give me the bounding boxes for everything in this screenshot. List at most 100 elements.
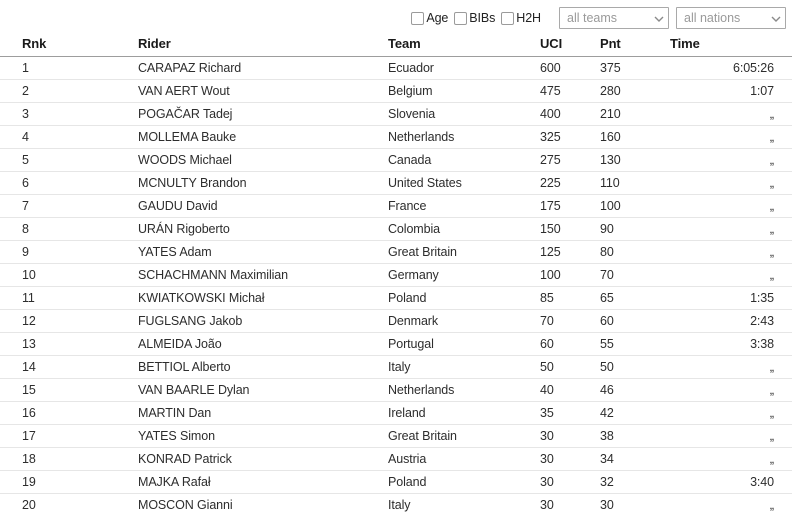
rider-name-link[interactable]: KONRAD Patrick (138, 452, 232, 466)
rider-name-link[interactable]: YATES Simon (138, 429, 215, 443)
column-header-rnk[interactable]: Rnk (0, 36, 60, 57)
cell-team[interactable]: United States (380, 171, 540, 195)
cell-rank: 9 (0, 240, 60, 264)
rider-name-link[interactable]: MOSCON Gianni (138, 498, 233, 512)
table-row[interactable]: 16 MARTIN Dan Ireland 35 42 „ (0, 401, 792, 425)
cell-team[interactable]: Poland (380, 286, 540, 310)
cell-time: „ (670, 217, 792, 241)
cell-team[interactable]: Belgium (380, 79, 540, 103)
cell-team[interactable]: Denmark (380, 309, 540, 333)
cell-rider[interactable]: KONRAD Patrick (60, 447, 380, 471)
select-nations[interactable]: all nations (676, 7, 786, 29)
cell-team[interactable]: Italy (380, 493, 540, 514)
cell-pnt: 210 (600, 102, 670, 126)
cell-rider[interactable]: KWIATKOWSKI Michał (60, 286, 380, 310)
cell-rider[interactable]: YATES Adam (60, 240, 380, 264)
table-row[interactable]: 13 ALMEIDA João Portugal 60 55 3:38 (0, 332, 792, 356)
checkbox-box-h2h[interactable] (501, 11, 515, 25)
cell-team[interactable]: Austria (380, 447, 540, 471)
rider-name-link[interactable]: MARTIN Dan (138, 406, 211, 420)
filter-checkbox-h2h[interactable]: H2H (501, 11, 541, 25)
table-row[interactable]: 2 VAN AERT Wout Belgium 475 280 1:07 (0, 79, 792, 103)
rider-name-link[interactable]: GAUDU David (138, 199, 218, 213)
cell-rider[interactable]: GAUDU David (60, 194, 380, 218)
cell-time: „ (670, 263, 792, 287)
cell-team[interactable]: Great Britain (380, 424, 540, 448)
cell-team[interactable]: Poland (380, 470, 540, 494)
cell-rider[interactable]: MOLLEMA Bauke (60, 125, 380, 149)
checkbox-box-bibs[interactable] (454, 11, 468, 25)
table-row[interactable]: 17 YATES Simon Great Britain 30 38 „ (0, 424, 792, 448)
rider-name-link[interactable]: YATES Adam (138, 245, 212, 259)
cell-team[interactable]: Slovenia (380, 102, 540, 126)
table-row[interactable]: 20 MOSCON Gianni Italy 30 30 „ (0, 493, 792, 514)
cell-rider[interactable]: FUGLSANG Jakob (60, 309, 380, 333)
cell-rider[interactable]: MOSCON Gianni (60, 493, 380, 514)
cell-rider[interactable]: WOODS Michael (60, 148, 380, 172)
cell-rider[interactable]: SCHACHMANN Maximilian (60, 263, 380, 287)
cell-pnt: 375 (600, 56, 670, 80)
rider-name-link[interactable]: WOODS Michael (138, 153, 232, 167)
cell-rider[interactable]: MAJKA Rafał (60, 470, 380, 494)
checkbox-box-age[interactable] (411, 11, 425, 25)
select-teams[interactable]: all teams (559, 7, 669, 29)
rider-name-link[interactable]: ALMEIDA João (138, 337, 222, 351)
table-row[interactable]: 15 VAN BAARLE Dylan Netherlands 40 46 „ (0, 378, 792, 402)
rider-name-link[interactable]: SCHACHMANN Maximilian (138, 268, 288, 282)
table-row[interactable]: 18 KONRAD Patrick Austria 30 34 „ (0, 447, 792, 471)
rider-name-link[interactable]: FUGLSANG Jakob (138, 314, 242, 328)
rider-name-link[interactable]: MAJKA Rafał (138, 475, 211, 489)
cell-team[interactable]: Ecuador (380, 56, 540, 80)
cell-team[interactable]: Portugal (380, 332, 540, 356)
cell-team[interactable]: France (380, 194, 540, 218)
table-row[interactable]: 7 GAUDU David France 175 100 „ (0, 194, 792, 218)
rider-name-link[interactable]: URÁN Rigoberto (138, 222, 230, 236)
cell-team[interactable]: Great Britain (380, 240, 540, 264)
cell-team[interactable]: Netherlands (380, 125, 540, 149)
table-row[interactable]: 3 POGAČAR Tadej Slovenia 400 210 „ (0, 102, 792, 126)
table-row[interactable]: 19 MAJKA Rafał Poland 30 32 3:40 (0, 470, 792, 494)
table-row[interactable]: 1 CARAPAZ Richard Ecuador 600 375 6:05:26 (0, 56, 792, 80)
cell-rider[interactable]: VAN BAARLE Dylan (60, 378, 380, 402)
cell-rider[interactable]: POGAČAR Tadej (60, 102, 380, 126)
cell-team[interactable]: Italy (380, 355, 540, 379)
cell-rider[interactable]: VAN AERT Wout (60, 79, 380, 103)
cell-rider[interactable]: MARTIN Dan (60, 401, 380, 425)
cell-team[interactable]: Colombia (380, 217, 540, 241)
cell-team[interactable]: Netherlands (380, 378, 540, 402)
rider-name-link[interactable]: KWIATKOWSKI Michał (138, 291, 265, 305)
column-header-pnt[interactable]: Pnt (600, 36, 670, 57)
table-row[interactable]: 4 MOLLEMA Bauke Netherlands 325 160 „ (0, 125, 792, 149)
filter-checkbox-bibs[interactable]: BIBs (454, 11, 495, 25)
table-row[interactable]: 8 URÁN Rigoberto Colombia 150 90 „ (0, 217, 792, 241)
rider-name-link[interactable]: CARAPAZ Richard (138, 61, 241, 75)
column-header-uci[interactable]: UCI (540, 36, 600, 57)
table-row[interactable]: 9 YATES Adam Great Britain 125 80 „ (0, 240, 792, 264)
column-header-team[interactable]: Team (380, 36, 540, 57)
rider-name-link[interactable]: VAN AERT Wout (138, 84, 230, 98)
cell-uci: 475 (540, 79, 600, 103)
rider-name-link[interactable]: VAN BAARLE Dylan (138, 383, 250, 397)
table-row[interactable]: 11 KWIATKOWSKI Michał Poland 85 65 1:35 (0, 286, 792, 310)
rider-name-link[interactable]: POGAČAR Tadej (138, 107, 232, 121)
cell-team[interactable]: Ireland (380, 401, 540, 425)
cell-rider[interactable]: YATES Simon (60, 424, 380, 448)
cell-rider[interactable]: URÁN Rigoberto (60, 217, 380, 241)
cell-team[interactable]: Germany (380, 263, 540, 287)
rider-name-link[interactable]: MOLLEMA Bauke (138, 130, 236, 144)
cell-team[interactable]: Canada (380, 148, 540, 172)
cell-rider[interactable]: CARAPAZ Richard (60, 56, 380, 80)
table-row[interactable]: 10 SCHACHMANN Maximilian Germany 100 70 „ (0, 263, 792, 287)
table-row[interactable]: 12 FUGLSANG Jakob Denmark 70 60 2:43 (0, 309, 792, 333)
cell-rider[interactable]: BETTIOL Alberto (60, 355, 380, 379)
rider-name-link[interactable]: BETTIOL Alberto (138, 360, 231, 374)
table-row[interactable]: 6 MCNULTY Brandon United States 225 110 „ (0, 171, 792, 195)
cell-rider[interactable]: MCNULTY Brandon (60, 171, 380, 195)
filter-checkbox-age[interactable]: Age (411, 11, 448, 25)
column-header-time[interactable]: Time (670, 36, 792, 57)
table-row[interactable]: 5 WOODS Michael Canada 275 130 „ (0, 148, 792, 172)
cell-rider[interactable]: ALMEIDA João (60, 332, 380, 356)
rider-name-link[interactable]: MCNULTY Brandon (138, 176, 247, 190)
column-header-rider[interactable]: Rider (60, 36, 380, 57)
table-row[interactable]: 14 BETTIOL Alberto Italy 50 50 „ (0, 355, 792, 379)
